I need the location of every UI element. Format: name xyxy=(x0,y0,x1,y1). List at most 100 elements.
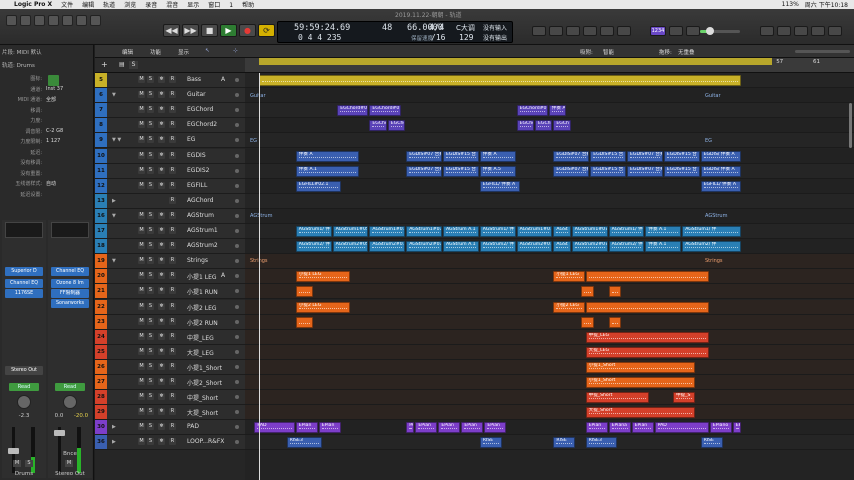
mute-button[interactable]: M xyxy=(138,227,145,234)
region[interactable]: 伴奏 A.1 xyxy=(645,226,682,237)
mute-button[interactable]: M xyxy=(138,408,145,415)
plugin-slot-1[interactable]: Superior D xyxy=(5,267,43,276)
record-enable-button[interactable]: R xyxy=(169,393,176,400)
region[interactable]: 伴奏 A xyxy=(479,151,516,162)
region[interactable]: AGStrum2#07 xyxy=(516,241,553,252)
solo-button[interactable]: S xyxy=(25,460,33,467)
mute-button[interactable]: M xyxy=(138,393,145,400)
mute-button[interactable]: M xyxy=(138,287,145,294)
region[interactable]: EGDIS/ 伴奏 A xyxy=(700,166,741,177)
mute-button[interactable]: M xyxy=(138,152,145,159)
record-enable-button[interactable]: R xyxy=(169,197,176,204)
track-name[interactable]: PAD xyxy=(187,423,199,430)
region[interactable] xyxy=(259,75,741,86)
track-name[interactable]: 小提1_Short xyxy=(187,363,222,372)
mute-button[interactable]: M xyxy=(138,76,145,83)
solo-button[interactable]: S xyxy=(147,212,154,219)
region[interactable]: AGStrum2#05 xyxy=(332,241,369,252)
region[interactable]: AGStrum1#05 xyxy=(332,226,369,237)
solo-icon[interactable] xyxy=(583,26,597,36)
menu-item[interactable]: 帮助 xyxy=(242,2,254,9)
mute-button[interactable]: M xyxy=(138,91,145,98)
global-solo-button[interactable]: S xyxy=(129,61,138,69)
global-tracks-icon[interactable]: ▤ xyxy=(119,61,125,68)
freeze-button[interactable]: ❄ xyxy=(158,136,165,143)
freeze-button[interactable]: ❄ xyxy=(158,257,165,264)
region[interactable]: AGStrum1/ 伴 xyxy=(682,226,741,237)
region[interactable]: 伴奏 A xyxy=(548,105,567,116)
track-name[interactable]: LOOP...R&FX xyxy=(187,438,224,445)
tuner-icon[interactable] xyxy=(549,26,563,36)
region[interactable]: EGDIS#15 合 xyxy=(443,166,479,177)
track-lane[interactable] xyxy=(245,405,854,420)
record-enable-button[interactable]: R xyxy=(169,227,176,234)
region[interactable]: 中提_LEG xyxy=(585,332,709,343)
menu-item[interactable]: 录音 xyxy=(145,2,157,9)
region[interactable]: AGStrum1#07 xyxy=(406,226,442,237)
mute-button[interactable]: M xyxy=(13,460,21,467)
region[interactable] xyxy=(608,317,622,328)
region[interactable]: AGStrum2/ 伴 xyxy=(682,241,741,252)
track-name[interactable]: 小提2_Short xyxy=(187,378,222,387)
record-enable-button[interactable]: R xyxy=(169,318,176,325)
freeze-button[interactable]: ❄ xyxy=(158,378,165,385)
lcd-time-position[interactable]: 59:59:24.69 xyxy=(294,23,350,33)
track-name[interactable]: EGChord xyxy=(187,106,213,113)
menu-item[interactable]: 轨道 xyxy=(103,2,115,9)
click-icon[interactable] xyxy=(617,26,631,36)
lcd-division[interactable]: /16 xyxy=(431,33,445,42)
mute-button[interactable]: M xyxy=(138,423,145,430)
track-name[interactable]: Guitar xyxy=(187,91,206,98)
track-name[interactable]: AGStrum xyxy=(187,212,214,219)
edit-menu[interactable]: 编辑 xyxy=(122,48,133,56)
region[interactable]: AGStrum1/ 伴 xyxy=(608,226,645,237)
track-name[interactable]: AGChord xyxy=(187,197,213,204)
freeze-button[interactable]: ❄ xyxy=(158,182,165,189)
freeze-button[interactable]: ❄ xyxy=(158,76,165,83)
track-lane[interactable] xyxy=(245,315,854,330)
freeze-button[interactable]: ❄ xyxy=(158,152,165,159)
region[interactable] xyxy=(295,317,314,328)
region[interactable]: PAD xyxy=(654,422,709,433)
solo-button[interactable]: S xyxy=(147,423,154,430)
region[interactable]: EPian xyxy=(585,422,608,433)
freeze-button[interactable]: ❄ xyxy=(158,227,165,234)
solo-button[interactable]: S xyxy=(147,121,154,128)
freeze-button[interactable]: ❄ xyxy=(158,408,165,415)
disclosure-triangle-icon[interactable]: ▼ xyxy=(112,92,116,98)
vertical-scrollbar[interactable] xyxy=(849,103,852,148)
track-header[interactable]: 23 M S ❄ R 小提2 RUN xyxy=(95,315,245,330)
record-enable-button[interactable]: R xyxy=(169,333,176,340)
track-lane[interactable] xyxy=(245,254,854,269)
track-name[interactable]: Bass xyxy=(187,76,201,83)
inspector-param-value[interactable]: C-2 G8 xyxy=(46,128,63,134)
arrange-area[interactable]: EGChord#07 EGChord#07 EGChord#07 伴奏 A EGCho E… xyxy=(245,73,854,480)
cycle-button[interactable]: ⟳ xyxy=(258,24,275,37)
region[interactable] xyxy=(295,286,314,297)
solo-button[interactable]: S xyxy=(147,378,154,385)
track-header[interactable]: 16 ▼ M S ❄ R AGStrum xyxy=(95,209,245,224)
stop-button[interactable]: ■ xyxy=(201,24,218,37)
region[interactable]: AGStrum2#07 xyxy=(369,241,406,252)
solo-button[interactable]: S xyxy=(147,287,154,294)
region[interactable]: EGFILL/ 伴奏 A xyxy=(479,181,521,192)
region[interactable]: AGStrum1#07 xyxy=(369,226,406,237)
menu-app-name[interactable]: Logic Pro X xyxy=(14,1,52,8)
region[interactable]: PAD xyxy=(254,422,295,433)
record-enable-button[interactable]: R xyxy=(169,76,176,83)
track-header[interactable]: 8 M S ❄ R EGChord2 xyxy=(95,118,245,133)
volume-fader[interactable] xyxy=(8,448,19,454)
record-enable-button[interactable]: R xyxy=(169,363,176,370)
menu-item[interactable]: 1 xyxy=(229,2,233,9)
region[interactable]: EPian xyxy=(461,422,484,433)
region[interactable]: EPian xyxy=(438,422,461,433)
region[interactable]: EPian xyxy=(484,422,507,433)
region[interactable]: EGFILL#02.1 xyxy=(295,181,341,192)
mute-button[interactable]: M xyxy=(138,318,145,325)
freeze-button[interactable]: ❄ xyxy=(158,121,165,128)
track-name[interactable]: 大提_Short xyxy=(187,408,218,417)
track-name[interactable]: EGDIS2 xyxy=(187,167,209,174)
record-enable-button[interactable]: R xyxy=(169,212,176,219)
region[interactable]: EGChord#07 xyxy=(337,105,369,116)
region[interactable]: 小提1_Short xyxy=(585,362,695,373)
